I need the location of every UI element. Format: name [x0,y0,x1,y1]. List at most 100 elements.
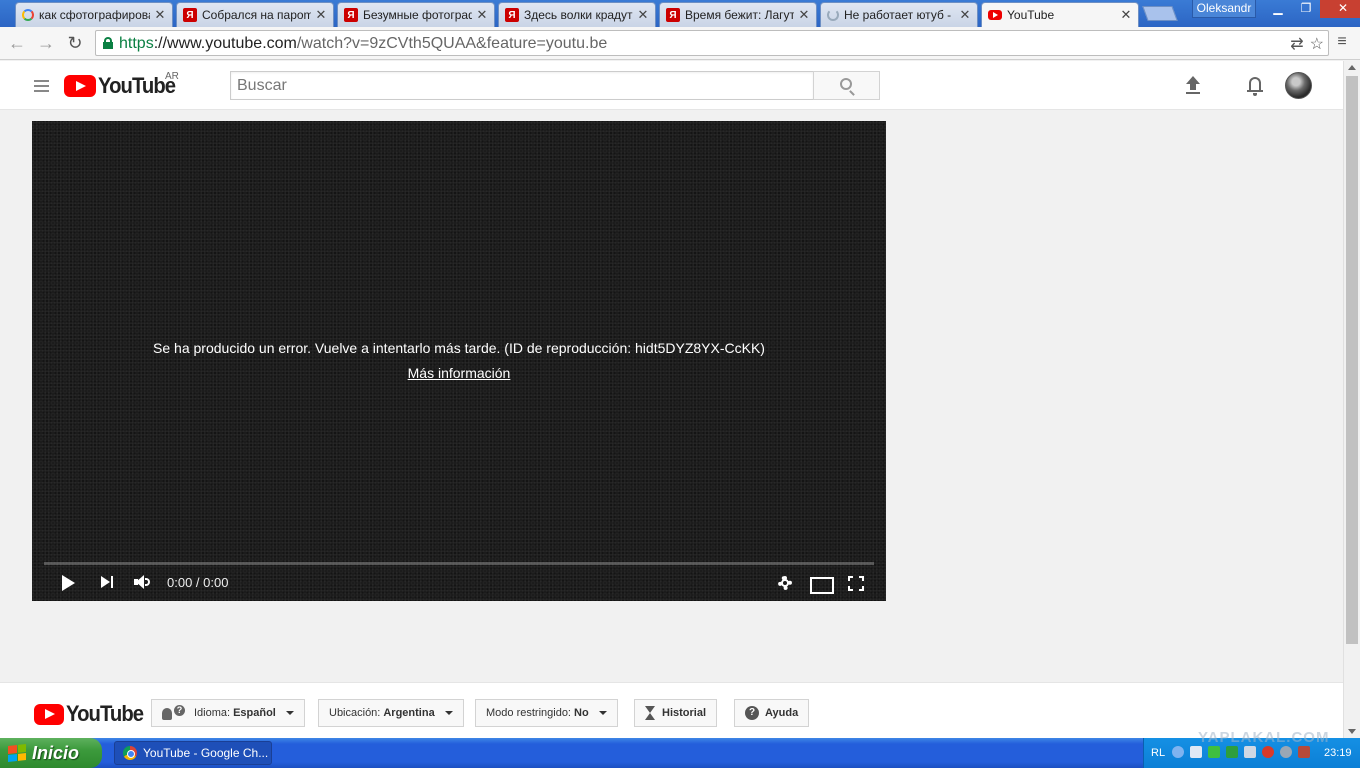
address-bar[interactable]: https://www.youtube.com/watch?v=9zCVth5Q… [95,30,1329,56]
browser-tab-strip: как сфотографирова ✕ Я Собрался на пароm… [0,0,1360,27]
windows-flag-icon [8,744,26,762]
bookmark-star-icon[interactable]: ☆ [1310,34,1324,54]
loading-icon [827,9,839,21]
minimize-icon[interactable]: ▁ [1264,0,1292,18]
profile-button[interactable]: Oleksandr [1192,0,1256,18]
upload-icon[interactable] [1184,76,1202,96]
help-icon: ? [745,706,759,720]
tab-close-icon[interactable]: ✕ [1120,7,1132,23]
tab-close-icon[interactable]: ✕ [476,7,488,23]
browser-tab[interactable]: Я Собрался на пароm в ✕ [176,2,334,27]
next-video-icon[interactable] [100,573,116,593]
tab-close-icon[interactable]: ✕ [959,7,971,23]
back-arrow-icon[interactable]: ← [6,32,28,54]
youtube-play-logo-icon [64,75,96,97]
app-tray-icon[interactable] [1298,746,1310,758]
restricted-mode-button[interactable]: Modo restringido: No [475,699,618,727]
tab-title: Безумные фотограф [363,8,472,22]
tab-close-icon[interactable]: ✕ [154,7,166,23]
window-controls: ▁ ❐ ✕ [1264,0,1360,18]
browser-tab[interactable]: как сфотографирова ✕ [15,2,173,27]
location-button[interactable]: Ubicación: Argentina [318,699,464,727]
hamburger-menu-icon[interactable] [34,80,49,92]
browser-menu-icon[interactable]: ≡ [1335,33,1349,51]
youtube-icon [988,10,1002,20]
youtube-page: YouTube AR Se ha producido un error. Vue… [0,61,1343,738]
dropdown-caret-icon [444,711,453,715]
lock-icon [103,37,113,49]
start-button[interactable]: Inicio [0,738,102,768]
yaplakal-icon: Я [183,8,197,22]
tab-close-icon[interactable]: ✕ [315,7,327,23]
forward-arrow-icon[interactable]: → [35,32,57,54]
masthead: YouTube AR [0,61,1343,110]
browser-tab[interactable]: Я Здесь волки крадут ✕ [498,2,656,27]
footer: YouTube Idioma:Español Ubicación:Argenti… [0,682,1343,738]
tab-title: Собрался на пароm в [202,8,311,22]
search-icon [840,78,852,90]
windows-taskbar: Inicio YouTube - Google Ch... RL 23:19 [0,738,1360,768]
theater-mode-icon[interactable] [810,573,834,594]
more-info-link[interactable]: Más información [408,365,511,381]
taskbar-chrome-window[interactable]: YouTube - Google Ch... [114,741,272,765]
dropdown-caret-icon [598,711,607,715]
tab-close-icon[interactable]: ✕ [637,7,649,23]
clock: 23:19 [1324,747,1352,759]
browser-tab[interactable]: Я Время бежит: Лагуте ✕ [659,2,817,27]
scrollbar-thumb [1346,76,1358,644]
scroll-down-arrow-icon [1348,729,1356,734]
yaplakal-icon: Я [505,8,519,22]
history-button[interactable]: Historial [634,699,718,727]
google-icon [22,9,34,21]
avatar[interactable] [1285,72,1312,99]
browser-toolbar: ← → ↻ https://www.youtube.com/watch?v=9z… [0,27,1360,60]
fullscreen-icon[interactable] [847,573,865,593]
keyboard-layout-icon[interactable] [1226,746,1238,758]
youtube-logo[interactable]: YouTube AR [64,71,182,98]
antivirus-icon[interactable] [1262,746,1274,758]
help-button[interactable]: ? Ayuda [734,699,810,727]
language-icon [162,705,185,720]
language-button[interactable]: Idioma:Español [151,699,305,727]
tab-title: Время бежит: Лагуте [685,8,794,22]
tray-expand-icon[interactable] [1172,746,1184,758]
progress-bar[interactable] [44,562,874,565]
youtube-play-logo-icon [34,703,64,725]
video-player[interactable]: Se ha producido un error. Vuelve a inten… [32,121,886,601]
browser-tab-active[interactable]: YouTube ✕ [981,2,1139,27]
translate-icon[interactable]: ⇄ [1290,34,1303,54]
url-text: https://www.youtube.com/watch?v=9zCVth5Q… [119,35,608,52]
search-box [230,71,814,100]
input-language[interactable]: RL [1151,747,1165,759]
yaplakal-icon: Я [666,8,680,22]
tab-title: Не работает ютуб - [844,8,952,22]
notifications-bell-icon[interactable] [1246,76,1264,96]
browser-tab[interactable]: Не работает ютуб - ✕ [820,2,978,27]
reload-icon[interactable]: ↻ [64,32,86,54]
scroll-up-arrow-icon [1348,65,1356,70]
restore-icon[interactable]: ❐ [1292,0,1320,18]
time-display: 0:00 / 0:00 [167,575,229,590]
close-window-icon[interactable]: ✕ [1320,0,1360,18]
page-scrollbar[interactable] [1343,61,1360,738]
search-input[interactable] [231,72,813,99]
shield-icon[interactable] [1280,746,1292,758]
footer-youtube-logo[interactable]: YouTube [34,701,150,727]
signal-strength-icon[interactable] [1208,746,1220,758]
settings-gear-icon[interactable] [777,573,793,593]
browser-tab[interactable]: Я Безумные фотограф ✕ [337,2,495,27]
volume-icon[interactable] [134,573,152,593]
hourglass-icon [645,706,655,720]
new-tab-button[interactable] [1142,6,1178,21]
device-icon[interactable] [1244,746,1256,758]
tab-title: Здесь волки крадут [524,8,633,22]
dropdown-caret-icon [285,711,294,715]
network-icon[interactable] [1190,746,1202,758]
country-code: AR [165,71,179,82]
play-icon[interactable] [60,573,76,593]
search-button[interactable] [813,71,880,100]
tab-close-icon[interactable]: ✕ [798,7,810,23]
site-watermark: YAPLAKAL.COM [1198,729,1330,746]
tab-title: как сфотографирова [39,8,150,22]
player-error-message: Se ha producido un error. Vuelve a inten… [153,340,765,356]
